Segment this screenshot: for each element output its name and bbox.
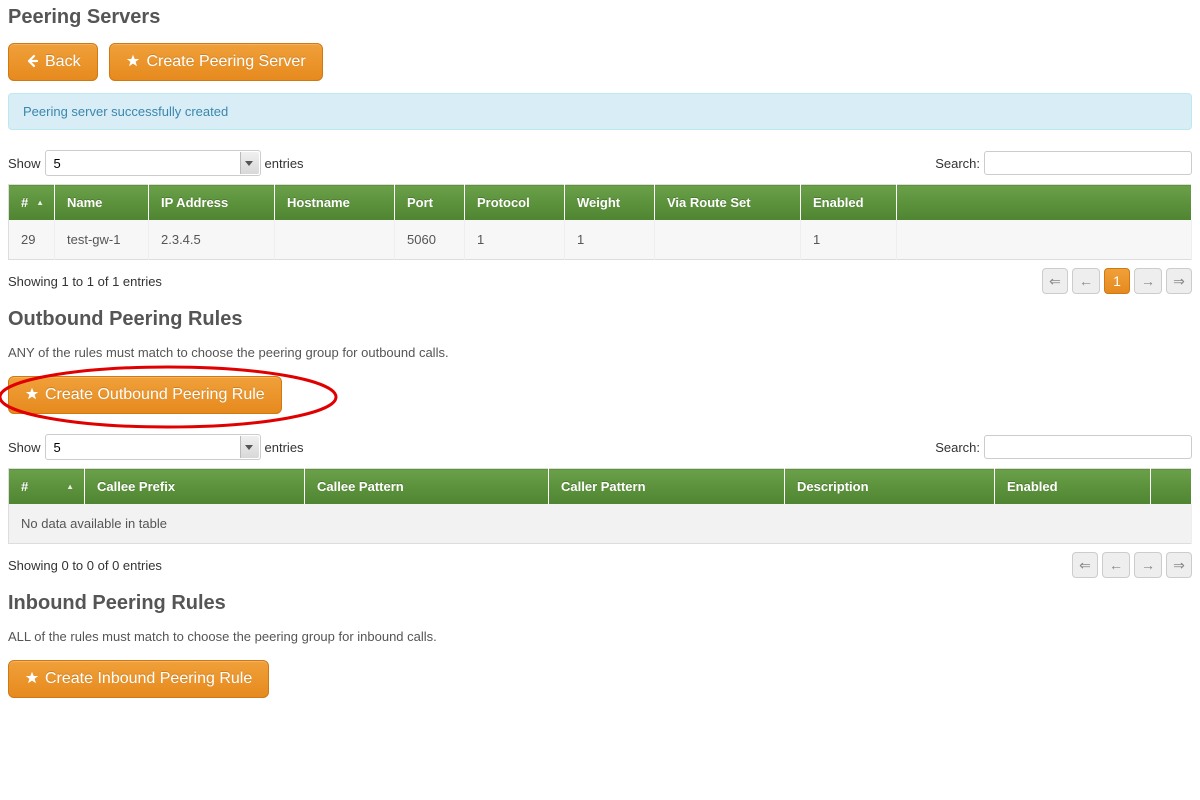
show-label: Show (8, 440, 41, 455)
cell-protocol: 1 (465, 220, 565, 260)
create-server-label: Create Peering Server (146, 53, 305, 71)
create-inbound-button[interactable]: Create Inbound Peering Rule (8, 660, 269, 698)
outbound-table-info: Showing 0 to 0 of 0 entries (8, 558, 162, 573)
col-name[interactable]: Name (55, 185, 149, 221)
ocol-num-label: # (21, 479, 28, 494)
col-protocol[interactable]: Protocol (465, 185, 565, 221)
sort-asc-icon: ▲ (66, 484, 74, 490)
outbound-pagesize-select[interactable]: 5 (45, 434, 261, 460)
outbound-search-input[interactable] (984, 435, 1192, 459)
cell-ip: 2.3.4.5 (149, 220, 275, 260)
search-label: Search: (935, 156, 980, 171)
col-via[interactable]: Via Route Set (655, 185, 801, 221)
pager-next-button[interactable]: → (1134, 552, 1162, 578)
pager-last-button[interactable]: ⇒ (1166, 552, 1192, 578)
servers-table: #▲ Name IP Address Hostname Port Protoco… (8, 184, 1192, 260)
pager-prev-button[interactable]: ← (1072, 268, 1100, 294)
servers-pagesize-select[interactable]: 5 (45, 150, 261, 176)
servers-table-info: Showing 1 to 1 of 1 entries (8, 274, 162, 289)
star-icon (25, 671, 39, 688)
pager-first-button[interactable]: ⇐ (1072, 552, 1098, 578)
ocol-callee-pattern[interactable]: Callee Pattern (305, 469, 549, 505)
create-inbound-label: Create Inbound Peering Rule (45, 670, 252, 688)
cell-enabled: 1 (801, 220, 897, 260)
cell-via (655, 220, 801, 260)
create-outbound-label: Create Outbound Peering Rule (45, 386, 265, 404)
page-title-servers: Peering Servers (8, 6, 1192, 29)
create-outbound-wrap: Create Outbound Peering Rule (8, 376, 282, 414)
ocol-description[interactable]: Description (785, 469, 995, 505)
search-label: Search: (935, 440, 980, 455)
arrow-left-icon (25, 54, 39, 71)
servers-table-footer: Showing 1 to 1 of 1 entries ⇐ ← 1 → ⇒ (8, 268, 1192, 294)
ocol-callee-prefix[interactable]: Callee Prefix (85, 469, 305, 505)
cell-port: 5060 (395, 220, 465, 260)
outbound-pager: ⇐ ← → ⇒ (1072, 552, 1192, 578)
top-button-row: Back Create Peering Server (8, 43, 1192, 81)
table-row[interactable]: 29 test-gw-1 2.3.4.5 5060 1 1 1 (9, 220, 1192, 260)
col-enabled[interactable]: Enabled (801, 185, 897, 221)
pager-last-button[interactable]: ⇒ (1166, 268, 1192, 294)
outbound-empty-row: No data available in table (9, 504, 1192, 544)
pager-page-button[interactable]: 1 (1104, 268, 1130, 294)
page-title-inbound: Inbound Peering Rules (8, 592, 1192, 615)
pager-prev-button[interactable]: ← (1102, 552, 1130, 578)
entries-label: entries (265, 440, 304, 455)
ocol-caller-pattern[interactable]: Caller Pattern (549, 469, 785, 505)
show-label: Show (8, 156, 41, 171)
servers-pager: ⇐ ← 1 → ⇒ (1042, 268, 1192, 294)
outbound-table-controls: Show 5 entries Search: (8, 434, 1192, 460)
star-icon (126, 54, 140, 71)
cell-actions (897, 220, 1192, 260)
ocol-num[interactable]: #▲ (9, 469, 85, 505)
col-actions (897, 185, 1192, 221)
back-button-label: Back (45, 53, 81, 71)
outbound-table: #▲ Callee Prefix Callee Pattern Caller P… (8, 468, 1192, 544)
alert-success: Peering server successfully created (8, 93, 1192, 130)
servers-search-input[interactable] (984, 151, 1192, 175)
col-port[interactable]: Port (395, 185, 465, 221)
col-num[interactable]: #▲ (9, 185, 55, 221)
create-outbound-button[interactable]: Create Outbound Peering Rule (8, 376, 282, 414)
pager-next-button[interactable]: → (1134, 268, 1162, 294)
entries-label: entries (265, 156, 304, 171)
col-weight[interactable]: Weight (565, 185, 655, 221)
pager-first-button[interactable]: ⇐ (1042, 268, 1068, 294)
star-icon (25, 387, 39, 404)
col-hostname[interactable]: Hostname (275, 185, 395, 221)
col-ip[interactable]: IP Address (149, 185, 275, 221)
cell-name: test-gw-1 (55, 220, 149, 260)
ocol-actions (1151, 469, 1192, 505)
page-title-outbound: Outbound Peering Rules (8, 308, 1192, 331)
back-button[interactable]: Back (8, 43, 98, 81)
outbound-table-footer: Showing 0 to 0 of 0 entries ⇐ ← → ⇒ (8, 552, 1192, 578)
sort-asc-icon: ▲ (36, 200, 44, 206)
cell-hostname (275, 220, 395, 260)
outbound-description: ANY of the rules must match to choose th… (8, 345, 1192, 360)
ocol-enabled[interactable]: Enabled (995, 469, 1151, 505)
inbound-description: ALL of the rules must match to choose th… (8, 629, 1192, 644)
cell-weight: 1 (565, 220, 655, 260)
servers-table-controls: Show 5 entries Search: (8, 150, 1192, 176)
col-num-label: # (21, 195, 28, 210)
create-server-button[interactable]: Create Peering Server (109, 43, 322, 81)
cell-num: 29 (9, 220, 55, 260)
